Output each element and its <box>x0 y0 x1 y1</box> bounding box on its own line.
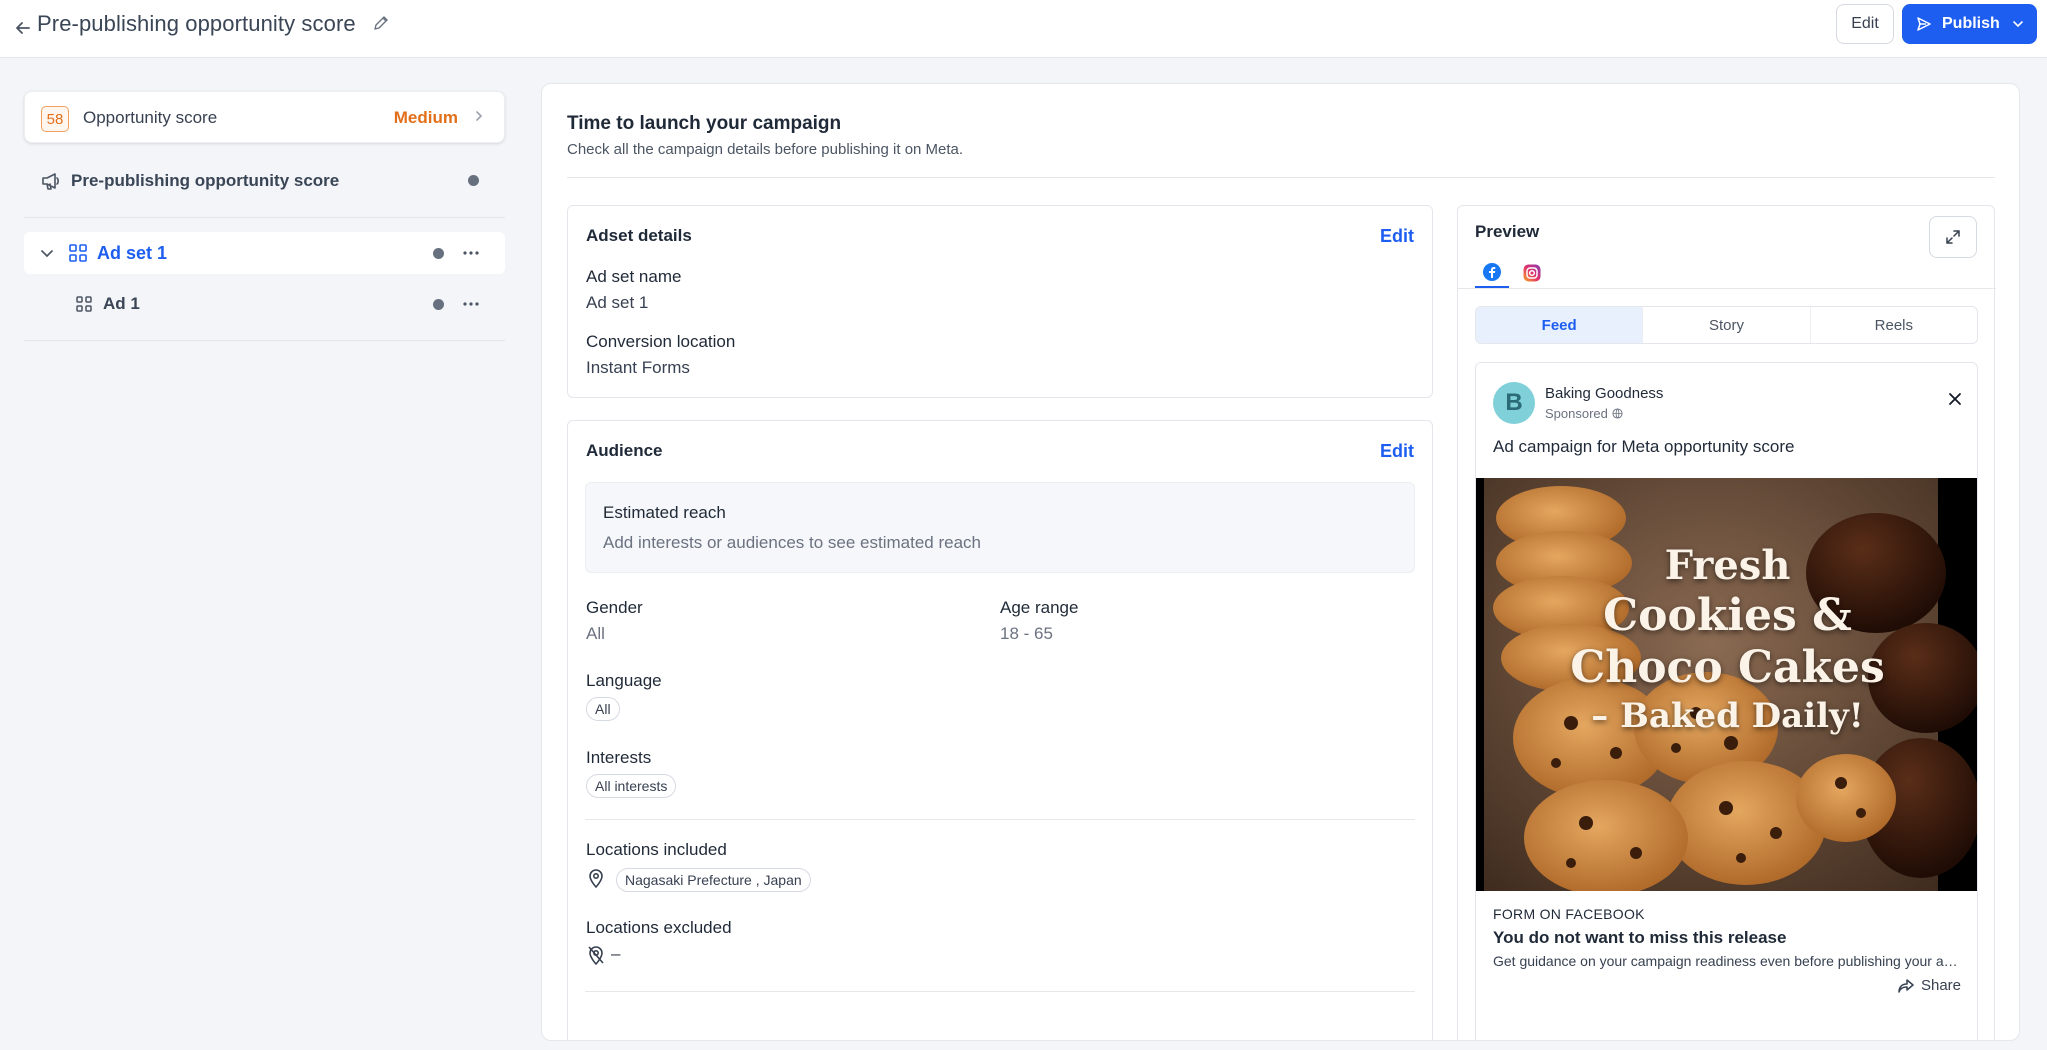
close-icon[interactable] <box>1947 391 1963 407</box>
sponsored-text: Sponsored <box>1545 406 1608 421</box>
ad-preview-post: B Baking Goodness Sponsored Ad campaign … <box>1475 362 1978 1040</box>
chevron-down-icon[interactable] <box>38 244 56 262</box>
publish-button[interactable]: Publish <box>1902 4 2037 44</box>
expand-button[interactable] <box>1929 216 1977 258</box>
globe-icon <box>1612 408 1623 419</box>
cta-headline: You do not want to miss this release <box>1493 928 1787 947</box>
field-label: Gender <box>586 598 643 617</box>
field-label: Locations excluded <box>586 918 732 937</box>
main-title: Time to launch your campaign <box>567 113 842 134</box>
opportunity-score-card[interactable]: 58 Opportunity score Medium <box>24 91 505 143</box>
adset-details-panel: Adset details Edit Ad set name Ad set 1 … <box>567 205 1433 398</box>
tab-story[interactable]: Story <box>1643 307 1811 343</box>
sidebar-item-label: Ad set 1 <box>97 243 168 263</box>
sidebar-item-label: Pre-publishing opportunity score <box>71 171 340 190</box>
reach-subtitle: Add interests or audiences to see estima… <box>603 533 981 552</box>
back-arrow-icon[interactable] <box>8 13 38 43</box>
main-card: Time to launch your campaign Check all t… <box>541 83 2020 1041</box>
pencil-icon[interactable] <box>371 12 391 34</box>
cta-type: FORM ON FACEBOOK <box>1493 906 1645 922</box>
field-label: Interests <box>586 748 652 767</box>
share-button[interactable]: Share <box>1897 977 1961 994</box>
sponsored-label: Sponsored <box>1545 406 1623 421</box>
top-bar: Pre-publishing opportunity score Edit Pu… <box>0 0 2047 58</box>
divider <box>567 177 1995 178</box>
megaphone-icon <box>40 170 62 192</box>
field-value: – <box>611 944 621 963</box>
panel-title: Adset details <box>586 226 692 245</box>
divider <box>585 991 1415 992</box>
avatar: B <box>1493 382 1535 424</box>
opportunity-label: Opportunity score <box>83 108 218 127</box>
cta-description: Get guidance on your campaign readiness … <box>1493 953 1963 969</box>
placement-tabs: Feed Story Reels <box>1475 306 1978 344</box>
grid-icon <box>75 295 93 313</box>
field-value: All <box>586 624 605 643</box>
interests-chip: All interests <box>586 774 677 798</box>
reach-title: Estimated reach <box>603 503 726 522</box>
chevron-down-icon <box>2012 18 2024 30</box>
field-label: Locations included <box>586 840 727 859</box>
field-value: 18 - 65 <box>1000 624 1053 643</box>
instagram-icon <box>1523 264 1541 282</box>
status-dot <box>433 248 444 259</box>
more-options-icon[interactable] <box>462 244 480 262</box>
divider <box>1458 288 1996 289</box>
send-icon <box>1916 16 1932 32</box>
facebook-tab[interactable] <box>1475 258 1509 288</box>
more-options-icon[interactable] <box>462 295 480 313</box>
share-label: Share <box>1920 977 1961 994</box>
tab-reels[interactable]: Reels <box>1811 307 1977 343</box>
share-icon <box>1898 978 1914 993</box>
sidebar-divider <box>24 217 505 218</box>
publish-label: Publish <box>1942 15 2000 32</box>
field-label: Age range <box>1000 598 1079 617</box>
preview-panel: Preview Feed Story Reels B Baking Goodne… <box>1457 205 1996 1040</box>
main-subtitle: Check all the campaign details before pu… <box>567 141 964 158</box>
field-label: Language <box>586 671 662 690</box>
ad-image: Fresh Cookies & Choco Cakes – Baked Dail… <box>1476 478 1977 891</box>
chevron-right-icon <box>472 109 486 123</box>
field-label: Conversion location <box>586 332 736 351</box>
estimated-reach-box: Estimated reach Add interests or audienc… <box>585 482 1415 573</box>
status-dot <box>433 299 444 310</box>
location-pin-icon <box>586 867 606 889</box>
facebook-icon <box>1483 263 1501 281</box>
post-text: Ad campaign for Meta opportunity score <box>1493 437 1795 456</box>
sidebar-divider <box>24 340 505 341</box>
page-title: Pre-publishing opportunity score <box>37 11 356 36</box>
edit-adset-link[interactable]: Edit <box>1380 226 1414 247</box>
audience-panel: Audience Edit Estimated reach Add intere… <box>567 420 1433 1040</box>
field-label: Ad set name <box>586 267 682 286</box>
instagram-tab[interactable] <box>1515 258 1549 288</box>
location-chip: Nagasaki Prefecture , Japan <box>616 868 811 892</box>
field-value: Instant Forms <box>586 358 690 377</box>
divider <box>585 819 1415 820</box>
sidebar-item-label: Ad 1 <box>103 294 140 313</box>
edit-audience-link[interactable]: Edit <box>1380 441 1414 462</box>
grid-icon <box>68 243 88 263</box>
tab-feed[interactable]: Feed <box>1476 307 1644 343</box>
sidebar-item-pre-publishing[interactable]: Pre-publishing opportunity score <box>24 160 505 202</box>
language-chip: All <box>586 697 620 721</box>
preview-title: Preview <box>1475 222 1540 241</box>
sidebar-item-ad[interactable]: Ad 1 <box>24 283 505 325</box>
opportunity-level: Medium <box>393 108 458 127</box>
field-value: Ad set 1 <box>586 293 649 312</box>
sidebar-item-ad-set[interactable]: Ad set 1 <box>24 232 505 274</box>
location-off-icon <box>586 944 606 966</box>
score-badge: 58 <box>41 106 69 132</box>
status-dot <box>468 175 479 186</box>
panel-title: Audience <box>586 441 663 460</box>
edit-button[interactable]: Edit <box>1836 4 1894 44</box>
expand-icon <box>1946 230 1960 244</box>
page-name: Baking Goodness <box>1545 385 1664 402</box>
